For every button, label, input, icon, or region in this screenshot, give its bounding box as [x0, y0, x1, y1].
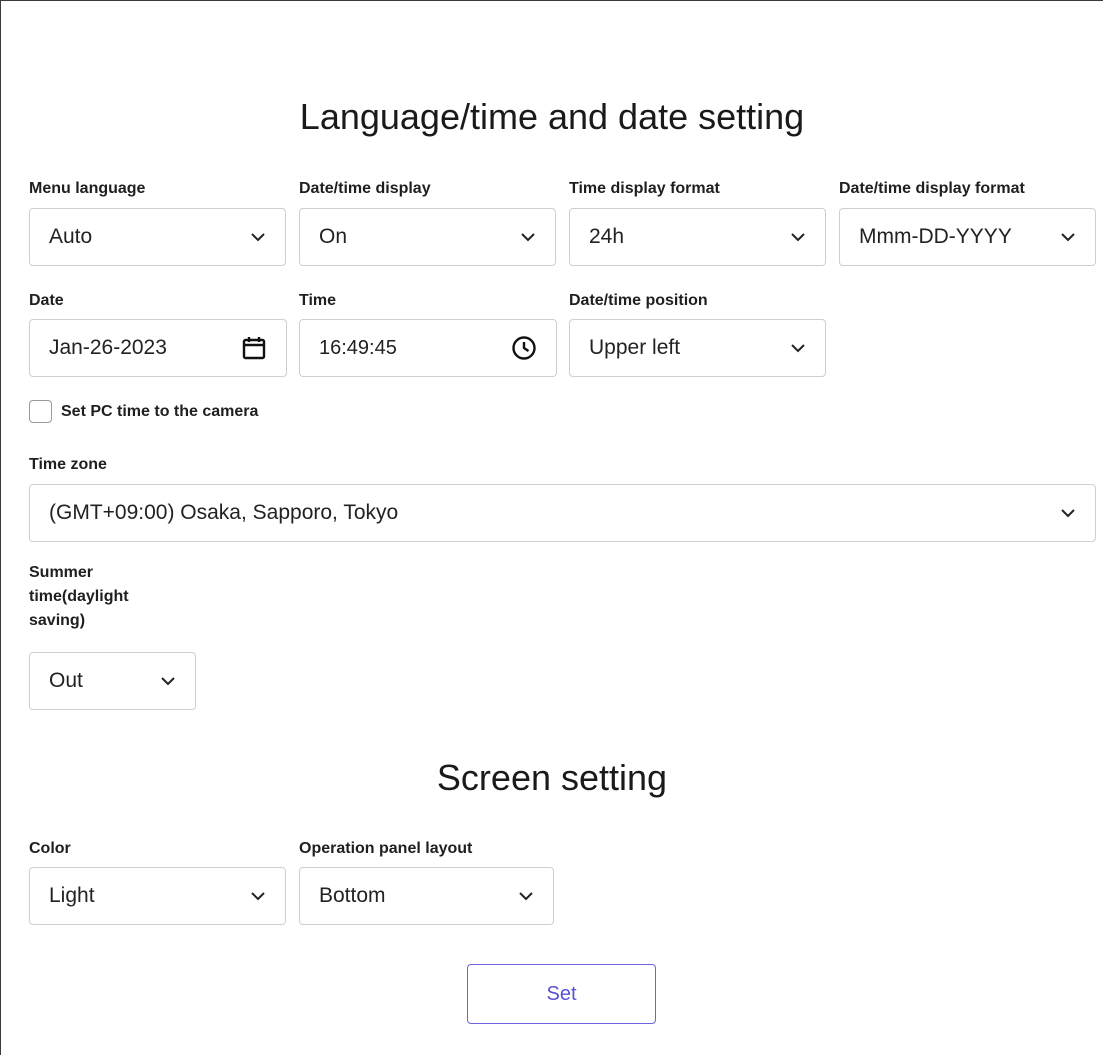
summer-time-label: Summer time(daylight saving): [29, 564, 129, 629]
section-title-screen: Screen setting: [436, 757, 668, 798]
datetime-position-label: Date/time position: [569, 292, 708, 309]
chevron-down-icon: [789, 339, 807, 357]
menu-language-value: Auto: [49, 225, 93, 248]
chevron-down-icon: [789, 228, 807, 246]
time-zone-select[interactable]: (GMT+09:00) Osaka, Sapporo, Tokyo: [29, 484, 1096, 542]
chevron-down-icon: [1059, 504, 1077, 522]
menu-language-select[interactable]: Auto: [29, 208, 286, 266]
time-zone-label: Time zone: [29, 456, 107, 473]
date-value: Jan-26-2023: [49, 336, 167, 359]
chevron-down-icon: [249, 887, 267, 905]
clock-icon[interactable]: [510, 334, 538, 362]
time-label: Time: [299, 292, 337, 309]
time-display-format-select[interactable]: 24h: [569, 208, 826, 266]
chevron-down-icon: [159, 672, 177, 690]
summer-time-value: Out: [49, 669, 83, 692]
datetime-display-select[interactable]: On: [299, 208, 556, 266]
time-display-format-label: Time display format: [569, 180, 720, 197]
summer-time-select[interactable]: Out: [29, 652, 196, 710]
set-pc-time-label[interactable]: Set PC time to the camera: [61, 400, 258, 424]
color-select[interactable]: Light: [29, 867, 286, 925]
datetime-display-format-value: Mmm-DD-YYYY: [859, 225, 1012, 248]
date-label: Date: [29, 292, 64, 309]
date-input[interactable]: Jan-26-2023: [29, 319, 287, 377]
chevron-down-icon: [519, 228, 537, 246]
datetime-position-select[interactable]: Upper left: [569, 319, 826, 377]
menu-language-label: Menu language: [29, 180, 146, 197]
datetime-display-label: Date/time display: [299, 180, 431, 197]
color-label: Color: [29, 840, 71, 857]
color-value: Light: [49, 884, 95, 907]
time-zone-value: (GMT+09:00) Osaka, Sapporo, Tokyo: [49, 501, 399, 524]
set-button[interactable]: Set: [467, 964, 656, 1024]
datetime-display-format-label: Date/time display format: [839, 180, 1025, 197]
time-display-format-value: 24h: [589, 225, 625, 248]
datetime-display-value: On: [319, 225, 348, 248]
operation-panel-layout-value: Bottom: [319, 884, 386, 907]
time-input[interactable]: 16:49:45: [299, 319, 557, 377]
chevron-down-icon: [1059, 228, 1077, 246]
operation-panel-layout-select[interactable]: Bottom: [299, 867, 554, 925]
operation-panel-layout-label: Operation panel layout: [299, 840, 473, 857]
calendar-icon[interactable]: [240, 334, 268, 362]
section-title-language: Language/time and date setting: [299, 96, 805, 137]
datetime-position-value: Upper left: [589, 336, 681, 359]
set-pc-time-checkbox[interactable]: [29, 400, 52, 423]
chevron-down-icon: [249, 228, 267, 246]
time-value: 16:49:45: [319, 336, 397, 359]
datetime-display-format-select[interactable]: Mmm-DD-YYYY: [839, 208, 1096, 266]
chevron-down-icon: [517, 887, 535, 905]
